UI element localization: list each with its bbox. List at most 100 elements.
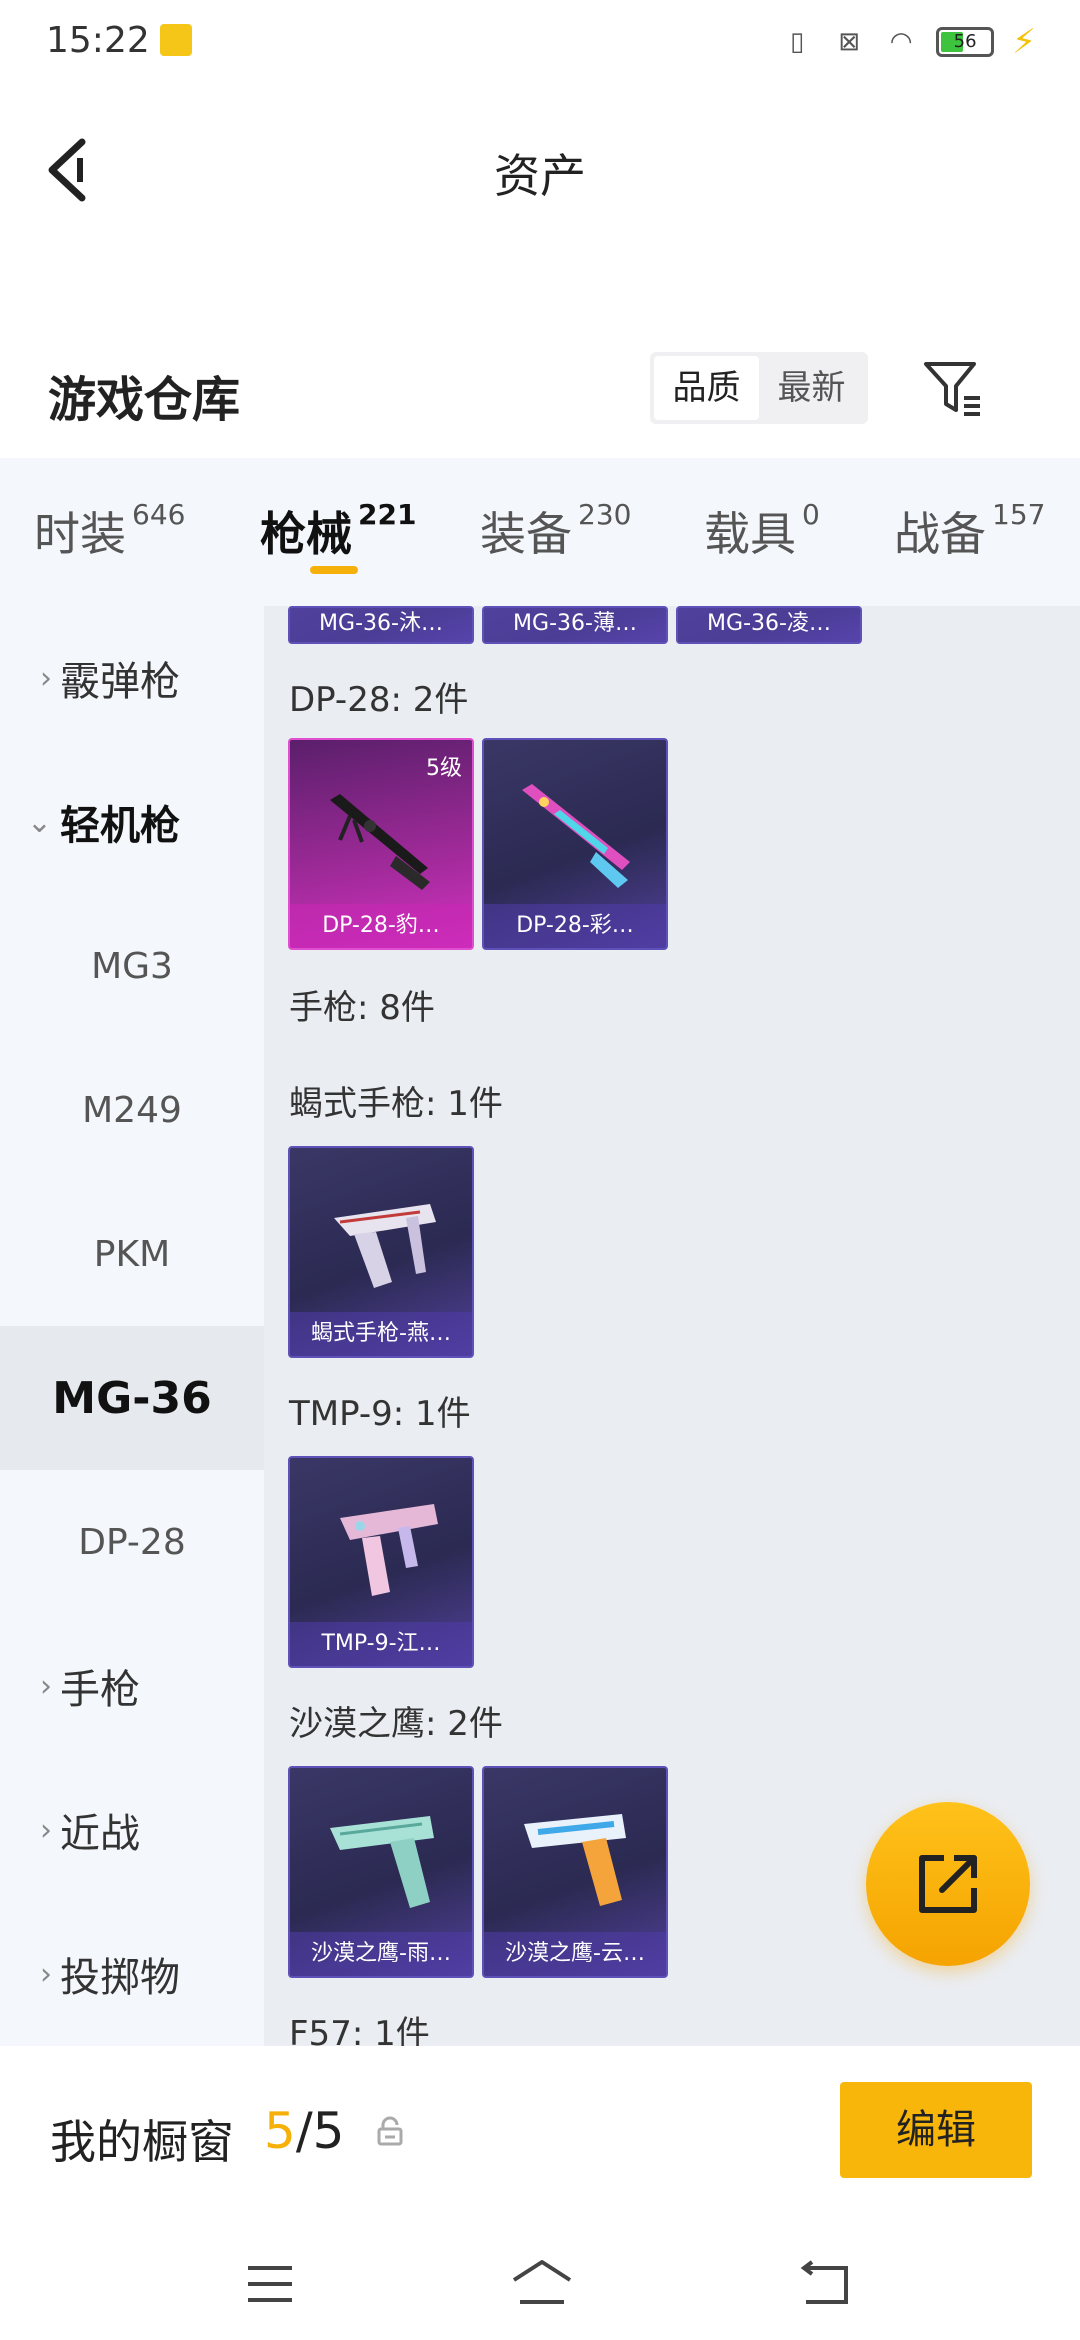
status-time: 15:22 xyxy=(46,20,150,61)
lmg-skin-icon xyxy=(330,794,430,890)
item-name: 沙漠之鹰-雨… xyxy=(290,1932,472,1976)
item-card[interactable]: 沙漠之鹰-雨… xyxy=(288,1766,474,1978)
item-card[interactable]: MG-36-薄… xyxy=(482,606,668,644)
item-card[interactable]: TMP-9-江… xyxy=(288,1456,474,1668)
sidebar-item-label: 手枪 xyxy=(60,1667,140,1713)
battery-icon: 56 xyxy=(936,27,995,57)
item-name: MG-36-凌… xyxy=(678,608,860,642)
chevron-down-icon: ⌄ xyxy=(26,804,52,840)
item-card[interactable]: 5级 DP-28-豹… xyxy=(288,738,474,950)
item-card[interactable]: MG-36-沐… xyxy=(288,606,474,644)
item-name: DP-28-豹… xyxy=(290,904,472,948)
item-name: MG-36-薄… xyxy=(484,608,666,642)
chevron-right-icon: › xyxy=(40,1668,52,1704)
group-label: 沙漠之鹰: 2件 xyxy=(289,1704,503,1744)
menu-nav-button[interactable] xyxy=(240,2254,300,2314)
back-nav-icon xyxy=(800,2260,848,2304)
sidebar-item-pkm[interactable]: PKM xyxy=(0,1182,264,1326)
sidebar-item-dp28[interactable]: DP-28 xyxy=(0,1470,264,1614)
sort-quality-button[interactable]: 品质 xyxy=(654,356,759,420)
tab-guns[interactable]: 枪械 221 xyxy=(260,498,416,564)
battery-level: 56 xyxy=(953,31,977,52)
sidebar-item-m249[interactable]: M249 xyxy=(0,1038,264,1182)
item-name: DP-28-彩… xyxy=(484,904,666,948)
group-label: DP-28: 2件 xyxy=(289,680,469,720)
tab-equipment[interactable]: 装备 230 xyxy=(480,498,631,564)
tab-label: 载具 xyxy=(704,507,796,561)
showcase-label: 我的橱窗 xyxy=(50,2115,234,2169)
item-card[interactable]: DP-28-彩… xyxy=(482,738,668,950)
sort-toggle: 品质 最新 xyxy=(650,352,868,424)
pistol-skin-icon xyxy=(330,1816,434,1908)
system-nav-bar xyxy=(0,2226,1080,2340)
tab-label: 时装 xyxy=(34,507,126,561)
sidebar-item-label: 近战 xyxy=(60,1811,140,1857)
item-name: MG-36-沐… xyxy=(290,608,472,642)
charging-icon: ⚡ xyxy=(1012,22,1036,62)
sidebar-item-label: 霰弹枪 xyxy=(60,659,180,705)
category-tabs: 时装 646 枪械 221 装备 230 载具 0 战备 157 xyxy=(0,458,1080,606)
tab-vehicles[interactable]: 载具 0 xyxy=(704,498,820,564)
pistol-skin-icon xyxy=(334,1204,436,1288)
group-label: 蝎式手枪: 1件 xyxy=(289,1084,503,1124)
header: 资产 xyxy=(0,80,1080,260)
item-card[interactable]: 沙漠之鹰-云… xyxy=(482,1766,668,1978)
tab-label: 装备 xyxy=(480,507,572,561)
item-name: TMP-9-江… xyxy=(290,1622,472,1666)
home-nav-button[interactable] xyxy=(508,2254,576,2314)
sidebar-item-lmg[interactable]: ⌄ 轻机枪 xyxy=(0,750,264,894)
share-icon xyxy=(919,1855,977,1913)
wifi-icon: ◠ xyxy=(889,27,913,57)
active-tab-indicator xyxy=(310,566,358,574)
sidebar-item-mg3[interactable]: MG3 xyxy=(0,894,264,1038)
vibrate-icon: ▯ xyxy=(789,27,805,57)
tab-count: 221 xyxy=(358,498,417,531)
group-label: F57: 1件 xyxy=(289,2014,430,2046)
sort-newest-button[interactable]: 最新 xyxy=(759,356,864,420)
sidebar-item-throwables[interactable]: › 投掷物 xyxy=(0,1902,264,2046)
group-label: 手枪: 8件 xyxy=(289,988,435,1028)
group-label: TMP-9: 1件 xyxy=(289,1394,471,1434)
pistol-skin-icon xyxy=(524,1814,626,1906)
sidebar-item-shotgun[interactable]: › 霰弹枪 xyxy=(0,606,264,750)
tab-label: 枪械 xyxy=(260,507,352,561)
home-icon xyxy=(512,2260,572,2304)
showcase-count: 5/5 xyxy=(264,2102,344,2160)
filter-button[interactable] xyxy=(920,356,986,420)
share-button[interactable] xyxy=(866,1802,1030,1966)
lmg-skin-icon xyxy=(522,784,630,888)
showcase-current: 5 xyxy=(264,2102,296,2160)
section-row: 游戏仓库 品质 最新 xyxy=(0,330,1080,460)
tab-count: 646 xyxy=(132,498,186,531)
sidebar-item-mg36[interactable]: MG-36 xyxy=(0,1326,264,1470)
lock-icon xyxy=(377,2116,403,2146)
no-sim-icon: ⊠ xyxy=(838,27,861,57)
showcase-bar: 我的橱窗 5/5 编辑 xyxy=(0,2046,1080,2226)
menu-icon xyxy=(248,2266,292,2302)
status-icons: ▯ ⊠ ◠ 56 ⚡ xyxy=(780,22,1036,62)
chevron-right-icon: › xyxy=(40,1812,52,1848)
showcase-separator: / xyxy=(295,2102,313,2160)
status-bar: 15:22 ▯ ⊠ ◠ 56 ⚡ xyxy=(0,0,1080,80)
edit-button[interactable]: 编辑 xyxy=(840,2082,1032,2178)
item-card[interactable]: MG-36-凌… xyxy=(676,606,862,644)
showcase-total: 5 xyxy=(312,2102,345,2160)
sidebar-item-melee[interactable]: › 近战 xyxy=(0,1758,264,1902)
tab-label: 战备 xyxy=(894,507,986,561)
tab-fashion[interactable]: 时装 646 xyxy=(34,498,185,564)
item-name: 蝎式手枪-燕… xyxy=(290,1312,472,1356)
tab-count: 157 xyxy=(992,498,1046,531)
tab-count: 0 xyxy=(802,498,820,531)
tab-supplies[interactable]: 战备 157 xyxy=(894,498,1045,564)
item-name: 沙漠之鹰-云… xyxy=(484,1932,666,1976)
sidebar-item-pistol[interactable]: › 手枪 xyxy=(0,1614,264,1758)
chevron-right-icon: › xyxy=(40,1956,52,1992)
sidebar-item-label: 轻机枪 xyxy=(60,803,180,849)
item-card[interactable]: 蝎式手枪-燕… xyxy=(288,1146,474,1358)
chevron-right-icon: › xyxy=(40,660,52,696)
app-notification-icon xyxy=(160,24,192,56)
section-title: 游戏仓库 xyxy=(48,372,241,428)
back-nav-button[interactable] xyxy=(794,2254,854,2314)
sidebar: › 霰弹枪 ⌄ 轻机枪 MG3 M249 PKM MG-36 DP-28 › 手枪 ›… xyxy=(0,606,264,2046)
page-title: 资产 xyxy=(494,149,586,203)
